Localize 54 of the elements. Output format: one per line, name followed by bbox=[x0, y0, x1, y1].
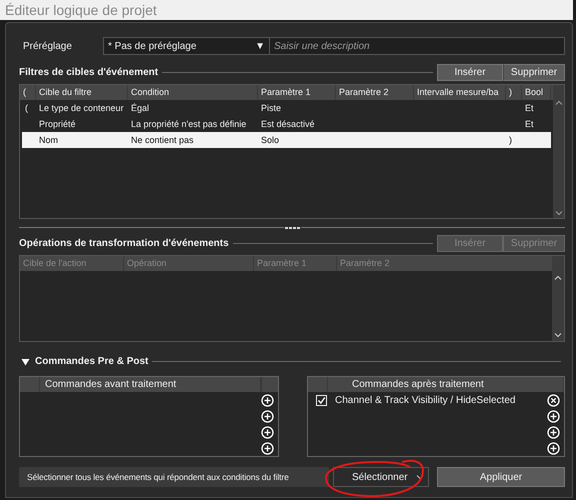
column-header: Commandes avant traitement bbox=[40, 377, 261, 392]
checkbox[interactable] bbox=[316, 395, 327, 406]
table-row[interactable]: ( Le type de conteneur Égal Piste Et bbox=[22, 100, 551, 116]
add-icon[interactable] bbox=[547, 442, 560, 455]
chevron-down-icon bbox=[416, 474, 424, 480]
filter-description: Sélectionner tous les événements qui répondent aux conditions du filtre bbox=[19, 467, 329, 487]
table-row[interactable]: Propriété La propriété n'est pas définie Est désactivé Et bbox=[22, 116, 551, 132]
table-cell-text: Ne contient pas bbox=[130, 135, 195, 145]
preset-label: Préréglage bbox=[22, 40, 73, 52]
add-icon[interactable] bbox=[547, 410, 560, 423]
table-cell-text: Piste bbox=[260, 103, 282, 113]
table-cell-text: Nom bbox=[38, 135, 60, 145]
column-header[interactable]: Paramètre 2 bbox=[336, 85, 414, 100]
window-title: Éditeur logique de projet bbox=[4, 2, 157, 18]
apply-button[interactable]: Appliquer bbox=[437, 467, 565, 487]
collapse-toggle-icon[interactable] bbox=[21, 358, 30, 366]
table-cell-text: Solo bbox=[260, 135, 280, 145]
table-cell-text: La propriété n'est pas définie bbox=[130, 119, 248, 129]
scroll-down-icon bbox=[554, 211, 562, 216]
column-header[interactable]: Paramètre 1 bbox=[258, 85, 336, 100]
description-field[interactable]: Saisir une description bbox=[270, 37, 565, 55]
section-title: Commandes Pre & Post bbox=[35, 356, 148, 367]
add-icon[interactable] bbox=[261, 442, 274, 455]
table-cell-text: ) bbox=[508, 135, 513, 145]
scroll-up-icon bbox=[554, 275, 562, 280]
add-icon[interactable] bbox=[547, 426, 560, 439]
mode-dropdown[interactable]: Sélectionner bbox=[333, 467, 429, 487]
section-title: Filtres de cibles d'événement bbox=[19, 67, 158, 78]
column-header: Commandes après traitement bbox=[328, 377, 564, 392]
section-title: Opérations de transformation d'événements bbox=[19, 238, 229, 249]
table-cell-text: Est désactivé bbox=[260, 119, 316, 129]
column-header[interactable]: ) bbox=[506, 85, 522, 100]
add-icon[interactable] bbox=[261, 394, 274, 407]
column-header[interactable]: Intervalle mesure/ba bbox=[414, 85, 506, 100]
table-cell-text: ( bbox=[24, 103, 29, 113]
remove-icon[interactable] bbox=[547, 394, 560, 407]
scroll-down-icon bbox=[554, 333, 562, 338]
table-cell-text: Propriété bbox=[38, 119, 77, 129]
table-row[interactable]: Nom Ne contient pas Solo ) bbox=[22, 132, 551, 148]
add-icon[interactable] bbox=[261, 426, 274, 439]
table-cell-text: Et bbox=[524, 103, 535, 113]
column-header[interactable]: Condition bbox=[128, 85, 258, 100]
scroll-up-icon bbox=[554, 100, 562, 105]
table-cell-text: Égal bbox=[130, 103, 150, 113]
table-cell-text: Le type de conteneur bbox=[38, 103, 125, 113]
table-cell-text: Et bbox=[524, 119, 535, 129]
column-header[interactable]: ( bbox=[20, 85, 36, 100]
preset-dropdown[interactable]: * Pas de préréglage ▼ bbox=[103, 37, 270, 55]
insert-button[interactable]: Insérer bbox=[437, 64, 503, 81]
delete-button[interactable]: Supprimer bbox=[503, 64, 565, 81]
add-icon[interactable] bbox=[261, 410, 274, 423]
column-header[interactable]: Cible du filtre bbox=[36, 85, 128, 100]
column-header[interactable]: Bool bbox=[522, 85, 551, 100]
command-label: Channel & Track Visibility / HideSelected bbox=[334, 395, 516, 406]
